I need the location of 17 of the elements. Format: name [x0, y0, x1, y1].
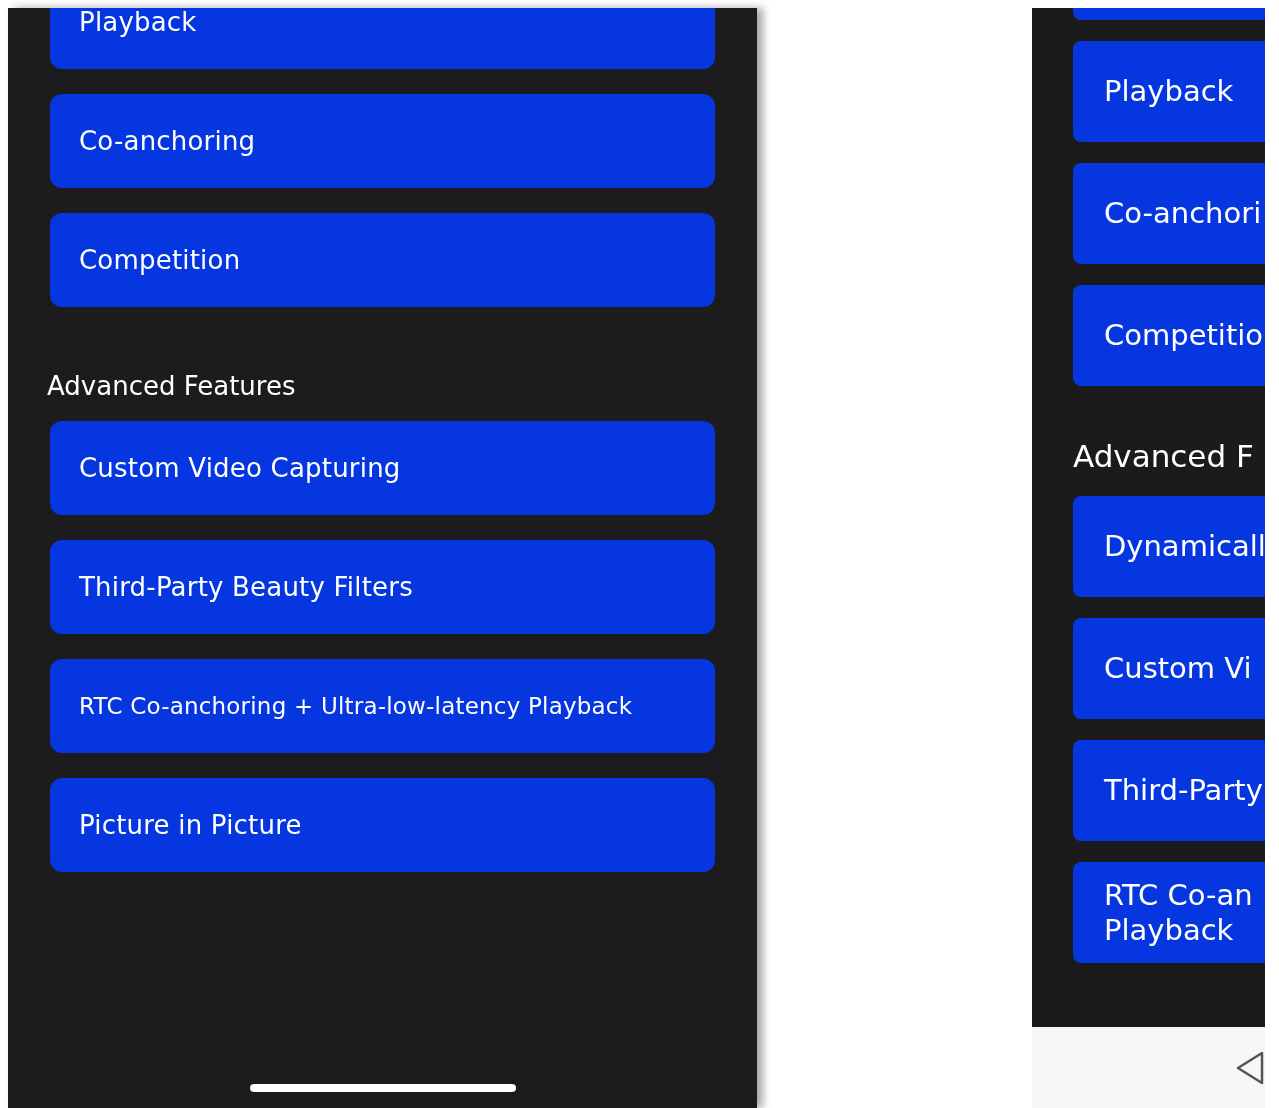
- menu-button[interactable]: Custom Vi: [1073, 618, 1265, 719]
- menu-button[interactable]: Third-Party: [1073, 740, 1265, 841]
- menu-button[interactable]: RTC Co-an Playback: [1073, 862, 1265, 963]
- menu-button[interactable]: Competition: [50, 213, 715, 307]
- menu-button[interactable]: Picture in Picture: [50, 778, 715, 872]
- menu-button[interactable]: Competitio: [1073, 285, 1265, 386]
- menu-button[interactable]: Playback: [50, 8, 715, 69]
- menu-button[interactable]: Third-Party Beauty Filters: [50, 540, 715, 634]
- section-title: Advanced Features: [47, 370, 297, 403]
- back-icon[interactable]: [1235, 1050, 1265, 1085]
- menu-button[interactable]: Playback: [1073, 41, 1265, 142]
- menu-button[interactable]: Co-anchoring: [50, 94, 715, 188]
- menu-button[interactable]: RTC Co-anchoring + Ultra-low-latency Playback: [50, 659, 715, 753]
- menu-button[interactable]: Co-anchori: [1073, 163, 1265, 264]
- menu-button[interactable]: Custom Video Capturing: [50, 421, 715, 515]
- section-title: Advanced F: [1073, 437, 1255, 476]
- menu-button[interactable]: Dynamicall: [1073, 496, 1265, 597]
